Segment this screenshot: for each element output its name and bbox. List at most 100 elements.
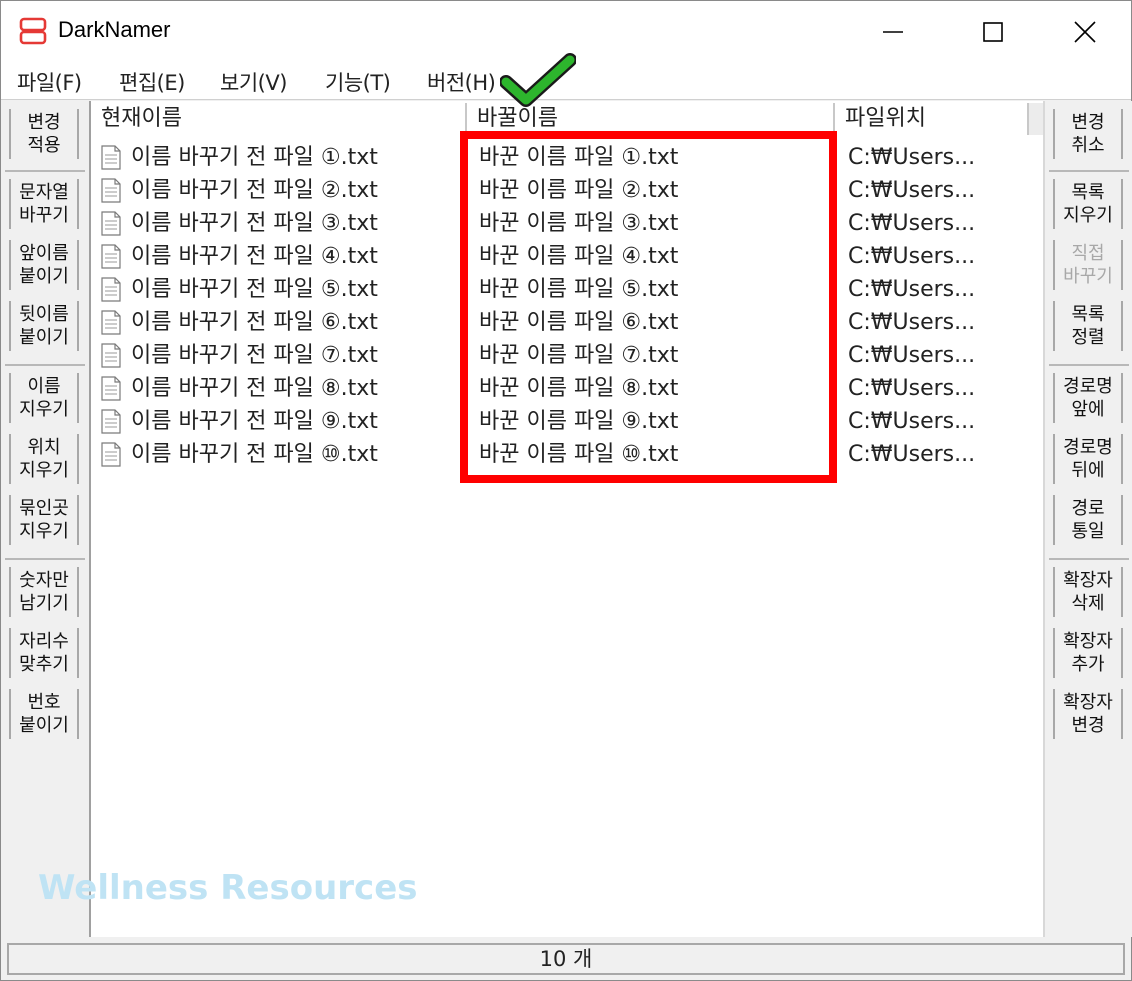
current-name-cell: 이름 바꾸기 전 파일 ③.txt — [131, 211, 378, 236]
clear-list-button[interactable]: 목록 지우기 — [1053, 179, 1123, 229]
menu-function[interactable]: 기능(T) — [325, 67, 391, 97]
table-row[interactable]: 이름 바꾸기 전 파일 ⑦.txt 바꾼 이름 파일 ⑦.txt C:₩Users.… — [91, 339, 1043, 372]
add-extension-button[interactable]: 확장자 추가 — [1053, 628, 1123, 678]
table-row[interactable]: 이름 바꾸기 전 파일 ④.txt 바꾼 이름 파일 ④.txt C:₩Users.… — [91, 240, 1043, 273]
minimize-icon — [883, 31, 903, 33]
delete-name-button[interactable]: 이름 지우기 — [9, 373, 79, 423]
app-window: DarkNamer 파일(F) 편집(E) 보기(V) 기능(T) 버전(H) … — [0, 0, 1132, 981]
text-file-icon — [101, 409, 121, 434]
table-row[interactable]: 이름 바꾸기 전 파일 ⑨.txt 바꾼 이름 파일 ⑨.txt C:₩Users.… — [91, 405, 1043, 438]
current-name-cell: 이름 바꾸기 전 파일 ⑦.txt — [131, 343, 378, 368]
suffix-name-button[interactable]: 뒷이름 붙이기 — [9, 301, 79, 351]
text-file-icon — [101, 145, 121, 170]
table-row[interactable]: 이름 바꾸기 전 파일 ⑧.txt 바꾼 이름 파일 ⑧.txt C:₩Users.… — [91, 372, 1043, 405]
menu-version[interactable]: 버전(H) — [427, 67, 496, 97]
text-file-icon — [101, 244, 121, 269]
current-name-cell: 이름 바꾸기 전 파일 ②.txt — [131, 178, 378, 203]
close-icon — [1074, 21, 1096, 43]
sort-list-button[interactable]: 목록 정렬 — [1053, 301, 1123, 351]
separator — [5, 170, 85, 172]
menu-view[interactable]: 보기(V) — [220, 67, 287, 97]
delete-position-button[interactable]: 위치 지우기 — [9, 434, 79, 484]
file-count: 10 개 — [7, 943, 1125, 975]
separator — [1049, 558, 1129, 560]
location-cell: C:₩Users... — [848, 310, 976, 335]
replace-string-button[interactable]: 문자열 바꾸기 — [9, 179, 79, 229]
current-name-cell: 이름 바꾸기 전 파일 ⑥.txt — [131, 310, 378, 335]
separator — [5, 558, 85, 560]
current-name-cell: 이름 바꾸기 전 파일 ④.txt — [131, 244, 378, 269]
current-name-cell: 이름 바꾸기 전 파일 ⑤.txt — [131, 277, 378, 302]
text-file-icon — [101, 178, 121, 203]
column-header-location[interactable]: 파일위치 — [835, 103, 1029, 135]
current-name-cell: 이름 바꾸기 전 파일 ①.txt — [131, 145, 378, 170]
new-name-cell: 바꾼 이름 파일 ⑨.txt — [479, 409, 679, 434]
text-file-icon — [101, 277, 121, 302]
watermark: Wellness Resources — [38, 868, 418, 908]
new-name-cell: 바꾼 이름 파일 ④.txt — [479, 244, 679, 269]
column-header-current[interactable]: 현재이름 — [91, 103, 467, 135]
text-file-icon — [101, 211, 121, 236]
pad-digits-button[interactable]: 자리수 맞추기 — [9, 628, 79, 678]
close-button[interactable] — [1039, 1, 1131, 63]
location-cell: C:₩Users... — [848, 244, 976, 269]
maximize-button[interactable] — [947, 1, 1039, 63]
delete-extension-button[interactable]: 확장자 삭제 — [1053, 567, 1123, 617]
new-name-cell: 바꾼 이름 파일 ①.txt — [479, 145, 679, 170]
location-cell: C:₩Users... — [848, 178, 976, 203]
table-row[interactable]: 이름 바꾸기 전 파일 ⑤.txt 바꾼 이름 파일 ⑤.txt C:₩Users.… — [91, 273, 1043, 306]
location-cell: C:₩Users... — [848, 376, 976, 401]
new-name-cell: 바꾼 이름 파일 ⑦.txt — [479, 343, 679, 368]
maximize-icon — [983, 22, 1003, 42]
new-name-cell: 바꾼 이름 파일 ⑩.txt — [479, 442, 679, 467]
current-name-cell: 이름 바꾸기 전 파일 ⑨.txt — [131, 409, 378, 434]
new-name-cell: 바꾼 이름 파일 ②.txt — [479, 178, 679, 203]
table-row[interactable]: 이름 바꾸기 전 파일 ②.txt 바꾼 이름 파일 ②.txt C:₩Users.… — [91, 174, 1043, 207]
minimize-button[interactable] — [847, 1, 939, 63]
menu-edit[interactable]: 편집(E) — [119, 67, 185, 97]
right-command-panel: 변경 취소 목록 지우기 직접 바꾸기 목록 정렬 경로명 앞에 경로명 뒤에 … — [1043, 101, 1132, 937]
location-cell: C:₩Users... — [848, 409, 976, 434]
location-cell: C:₩Users... — [848, 442, 976, 467]
text-file-icon — [101, 310, 121, 335]
current-name-cell: 이름 바꾸기 전 파일 ⑧.txt — [131, 376, 378, 401]
location-cell: C:₩Users... — [848, 145, 976, 170]
status-bar: 10 개 — [1, 939, 1131, 980]
separator — [1049, 170, 1129, 172]
darknamer-app-icon — [19, 17, 47, 45]
menu-file[interactable]: 파일(F) — [17, 67, 82, 97]
new-name-cell: 바꾼 이름 파일 ⑤.txt — [479, 277, 679, 302]
new-name-cell: 바꾼 이름 파일 ⑥.txt — [479, 310, 679, 335]
column-header-filler — [1029, 103, 1043, 135]
separator — [1049, 364, 1129, 366]
text-file-icon — [101, 442, 121, 467]
current-name-cell: 이름 바꾸기 전 파일 ⑩.txt — [131, 442, 378, 467]
delete-bracketed-button[interactable]: 묶인곳 지우기 — [9, 495, 79, 545]
direct-rename-button[interactable]: 직접 바꾸기 — [1053, 240, 1123, 290]
text-file-icon — [101, 343, 121, 368]
table-row[interactable]: 이름 바꾸기 전 파일 ⑥.txt 바꾼 이름 파일 ⑥.txt C:₩Users.… — [91, 306, 1043, 339]
window-title: DarkNamer — [58, 17, 171, 42]
table-row[interactable]: 이름 바꾸기 전 파일 ①.txt 바꾼 이름 파일 ①.txt C:₩Users.… — [91, 141, 1043, 174]
new-name-cell: 바꾼 이름 파일 ⑧.txt — [479, 376, 679, 401]
table-row[interactable]: 이름 바꾸기 전 파일 ⑩.txt 바꾼 이름 파일 ⑩.txt C:₩Users.… — [91, 438, 1043, 471]
file-list[interactable]: 현재이름 바꿀이름 파일위치 이름 바꾸기 전 파일 ①.txt 바꾼 이름 파일… — [91, 101, 1043, 937]
left-command-panel: 변경 적용 문자열 바꾸기 앞이름 붙이기 뒷이름 붙이기 이름 지우기 위치 … — [1, 101, 91, 937]
text-file-icon — [101, 376, 121, 401]
separator — [5, 364, 85, 366]
apply-changes-button[interactable]: 변경 적용 — [9, 109, 79, 159]
check-mark-icon — [500, 53, 576, 107]
location-cell: C:₩Users... — [848, 211, 976, 236]
path-prefix-button[interactable]: 경로명 앞에 — [1053, 373, 1123, 423]
new-name-cell: 바꾼 이름 파일 ③.txt — [479, 211, 679, 236]
path-suffix-button[interactable]: 경로명 뒤에 — [1053, 434, 1123, 484]
undo-changes-button[interactable]: 변경 취소 — [1053, 109, 1123, 159]
change-extension-button[interactable]: 확장자 변경 — [1053, 689, 1123, 739]
location-cell: C:₩Users... — [848, 343, 976, 368]
table-row[interactable]: 이름 바꾸기 전 파일 ③.txt 바꾼 이름 파일 ③.txt C:₩Users.… — [91, 207, 1043, 240]
prefix-name-button[interactable]: 앞이름 붙이기 — [9, 240, 79, 290]
add-numbering-button[interactable]: 번호 붙이기 — [9, 689, 79, 739]
location-cell: C:₩Users... — [848, 277, 976, 302]
unify-path-button[interactable]: 경로 통일 — [1053, 495, 1123, 545]
keep-numbers-button[interactable]: 숫자만 남기기 — [9, 567, 79, 617]
